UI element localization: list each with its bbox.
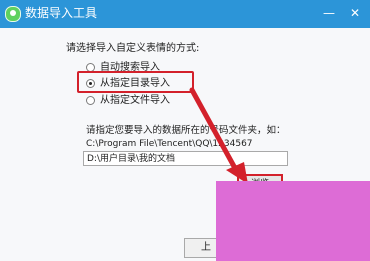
pink-overlay	[216, 181, 370, 261]
arrow-shaft	[189, 87, 239, 173]
